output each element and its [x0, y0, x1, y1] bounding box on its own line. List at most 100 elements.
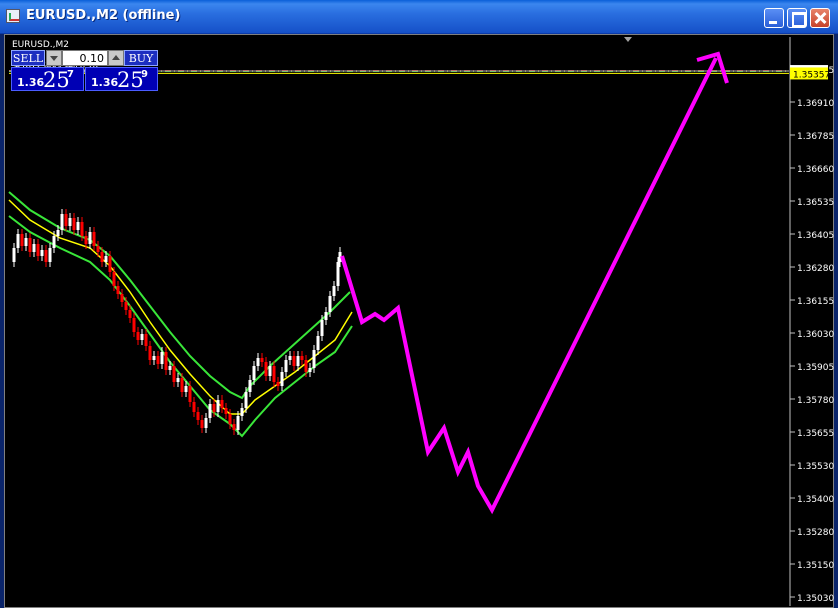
candle-body — [292, 356, 296, 366]
candle-body — [100, 252, 104, 262]
sell-price-main: 1.36 — [17, 76, 45, 89]
candle-body — [268, 366, 272, 376]
candle-body — [116, 286, 120, 294]
candle-body — [104, 256, 108, 262]
candle-body — [308, 368, 312, 372]
candle-body — [236, 416, 240, 430]
axis-tick-label: 1.36785 — [797, 132, 834, 142]
marked-price-label: 1.35357 — [793, 70, 830, 80]
axis-tick-label: 1.36280 — [797, 264, 834, 274]
candle-body — [132, 318, 136, 332]
buy-price-point: 9 — [141, 69, 148, 80]
buy-button[interactable]: BUY — [124, 50, 158, 66]
candle-body — [252, 366, 256, 380]
candle-body — [224, 408, 228, 414]
candle-body — [56, 230, 60, 236]
ma-band-upper — [8, 191, 351, 400]
candle-body — [16, 234, 20, 248]
price-axis-ticks: 1.370351.369101.367851.366601.365351.364… — [790, 66, 834, 604]
candle-body — [168, 366, 172, 370]
candle-body — [44, 250, 48, 262]
candle-body — [124, 302, 128, 310]
lot-size-input[interactable]: 0.10 — [62, 50, 108, 66]
candle-body — [240, 408, 244, 416]
candle-body — [24, 238, 28, 246]
sell-price[interactable]: 1.36 25 7 — [11, 67, 84, 92]
moving-averages — [8, 191, 353, 438]
buy-price-pips: 25 — [117, 68, 144, 92]
candle-body — [136, 332, 140, 340]
candle-body — [68, 218, 72, 226]
candle-body — [332, 286, 336, 296]
candle-body — [12, 248, 16, 262]
forecast-path — [340, 57, 718, 515]
forecast-arrow — [340, 51, 729, 515]
axis-tick-label: 1.35030 — [797, 594, 834, 604]
candle-body — [296, 356, 300, 366]
axis-tick-label: 1.36910 — [797, 99, 834, 109]
candle-body — [160, 352, 164, 364]
candle-body — [248, 380, 252, 392]
candle-body — [304, 360, 308, 372]
candles — [12, 209, 342, 435]
candle-body — [164, 352, 168, 370]
candle-body — [328, 296, 332, 312]
candle-body — [48, 248, 52, 262]
candle-body — [148, 346, 152, 360]
buy-price-main: 1.36 — [91, 76, 119, 89]
candle-body — [208, 404, 212, 418]
candle-body — [184, 386, 188, 392]
chart-shift-icon — [624, 37, 632, 42]
sell-button[interactable]: SELL — [11, 50, 45, 66]
sell-price-pips: 25 — [43, 68, 70, 92]
candle-body — [280, 372, 284, 386]
buy-price[interactable]: 1.36 25 9 — [85, 67, 158, 92]
axis-tick-label: 1.36155 — [797, 297, 834, 307]
candle-body — [220, 400, 224, 408]
axis-tick-label: 1.35400 — [797, 495, 834, 505]
candle-body — [284, 360, 288, 372]
candle-body — [64, 214, 68, 226]
candle-body — [120, 294, 124, 302]
candle-body — [232, 424, 236, 430]
candle-body — [260, 358, 264, 362]
candle-body — [264, 362, 268, 376]
lot-up-icon[interactable] — [108, 50, 124, 66]
candle-body — [324, 312, 328, 320]
axis-tick-label: 1.35780 — [797, 396, 834, 406]
candle-body — [108, 256, 112, 272]
candle-body — [20, 234, 24, 246]
candle-body — [272, 366, 276, 382]
candle-body — [156, 356, 160, 364]
candle-body — [312, 350, 316, 368]
candle-body — [140, 334, 144, 340]
candle-body — [32, 244, 36, 252]
candle-body — [88, 232, 92, 244]
axis-tick-label: 1.35905 — [797, 363, 834, 373]
price-axis-markers: 1.362571.35357 — [790, 65, 830, 80]
chart-symbol-label: EURUSD.,M2 — [12, 40, 69, 50]
candle-body — [172, 366, 176, 382]
candle-body — [152, 356, 156, 360]
axis-tick-label: 1.35655 — [797, 429, 834, 439]
candle-body — [36, 244, 40, 256]
candle-body — [40, 250, 44, 256]
candle-body — [60, 214, 64, 230]
one-click-trade-panel: SELL 0.10 BUY 1.36 25 7 1.36 25 9 — [11, 50, 158, 92]
candle-body — [288, 356, 292, 360]
candle-body — [176, 378, 180, 382]
candle-body — [228, 414, 232, 424]
candle-body — [84, 236, 88, 244]
axis-tick-label: 1.35280 — [797, 528, 834, 538]
candle-body — [192, 402, 196, 412]
axis-tick-label: 1.36535 — [797, 198, 834, 208]
candle-body — [256, 358, 260, 366]
candle-body — [128, 310, 132, 318]
lot-down-icon[interactable] — [46, 50, 62, 66]
candle-body — [336, 262, 340, 286]
candle-body — [144, 334, 148, 346]
candle-body — [52, 236, 56, 248]
candle-body — [180, 378, 184, 392]
candle-body — [244, 392, 248, 408]
candle-body — [96, 246, 100, 252]
